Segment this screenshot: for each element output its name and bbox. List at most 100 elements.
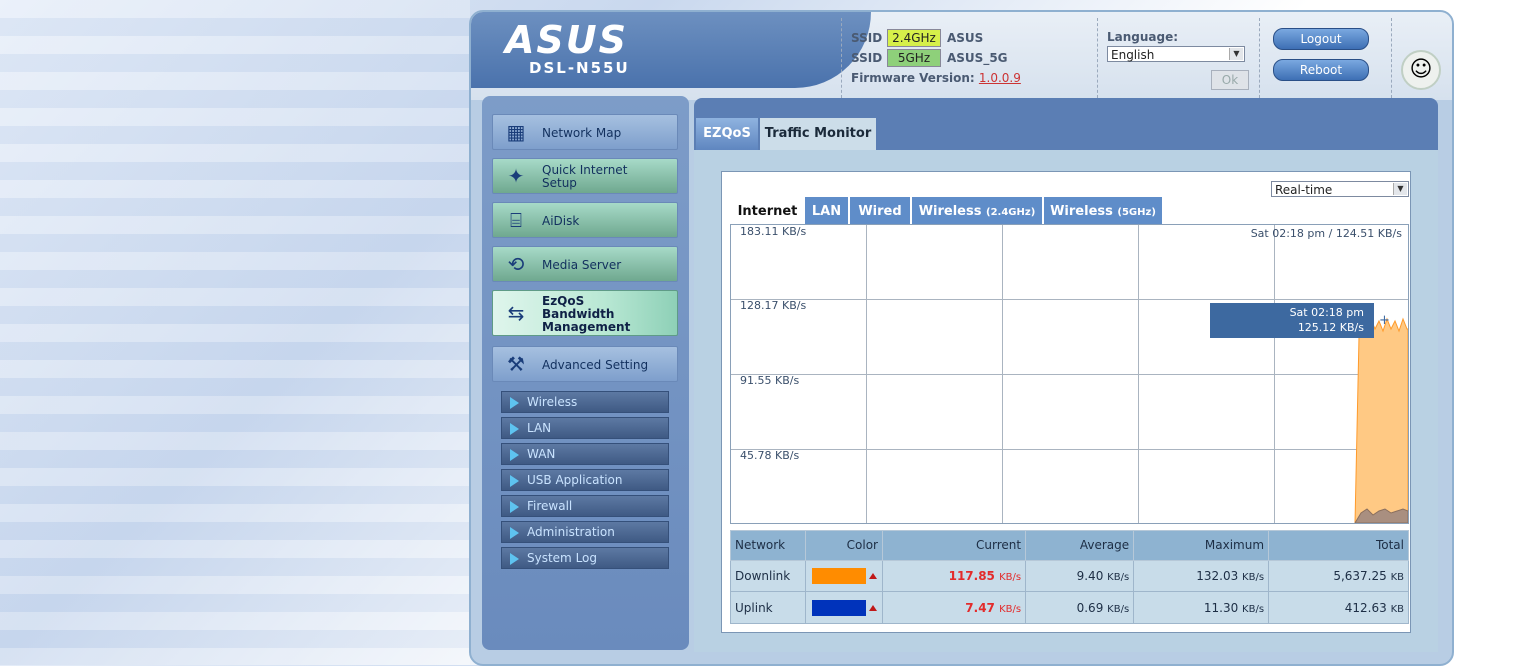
sidebar-item-aidisk[interactable]: ⌸ AiDisk xyxy=(492,202,678,238)
tab-ezqos[interactable]: EZQoS xyxy=(696,118,758,150)
current-value: 117.85 xyxy=(948,568,995,583)
firmware-label: Firmware Version: xyxy=(851,71,975,85)
traffic-monitor-box: Real-time ▼ Internet LAN Wired Wireless … xyxy=(721,171,1411,633)
sidebar-item-network-map[interactable]: ▦ Network Map xyxy=(492,114,678,150)
unit: KB xyxy=(1390,571,1404,583)
header-divider xyxy=(1391,18,1392,98)
brand-panel: ASUS DSL-N55U xyxy=(471,12,871,88)
network-map-icon: ▦ xyxy=(506,120,526,144)
unit: KB/s xyxy=(999,571,1022,583)
wireless-info: SSID 2.4GHz ASUS SSID 5GHz ASUS_5G Firmw… xyxy=(851,28,1021,88)
traffic-stats-table: Network Color Current Average Maximum To… xyxy=(730,530,1409,624)
maximum-value: 11.30 xyxy=(1203,600,1239,615)
tab-internet[interactable]: Internet xyxy=(732,197,805,226)
media-server-icon: ⟲ xyxy=(507,252,525,276)
sidebar-item-ezqos[interactable]: ⇆ EzQoS Bandwidth Management xyxy=(492,290,678,336)
tab-lan[interactable]: LAN xyxy=(805,197,850,226)
network-cell: Downlink xyxy=(730,559,806,593)
graph-tooltip: Sat 02:18 pm 125.12 KB/s xyxy=(1210,303,1374,338)
traffic-graph: 183.11 KB/s 128.17 KB/s 91.55 KB/s 45.78… xyxy=(730,224,1409,524)
average-value: 0.69 xyxy=(1076,600,1104,615)
bandwidth-icon: ⇆ xyxy=(507,301,525,325)
total-value: 412.63 xyxy=(1344,600,1387,615)
sidebar-item-label: Quick Internet Setup xyxy=(542,163,628,190)
ssid-row-5: SSID 5GHz ASUS_5G xyxy=(851,48,1021,68)
chevron-down-icon: ▼ xyxy=(1229,48,1243,60)
header-divider xyxy=(1097,18,1098,98)
uplink-color-swatch[interactable] xyxy=(811,599,866,616)
sidebar-subitem-label: USB Application xyxy=(527,473,623,487)
color-cell xyxy=(805,559,883,593)
tab-wired[interactable]: Wired xyxy=(850,197,912,226)
color-picker-arrow-icon[interactable] xyxy=(868,604,877,611)
chevron-down-icon: ▼ xyxy=(1393,183,1407,195)
logout-button[interactable]: Logout xyxy=(1273,28,1369,50)
tab-wireless-24-band: (2.4GHz) xyxy=(986,207,1036,218)
sidebar-subitem-label: Firewall xyxy=(527,499,573,513)
average-cell: 9.40 KB/s xyxy=(1025,559,1135,593)
sidebar-item-label: EzQoS Bandwidth Management xyxy=(542,293,631,334)
band-24-badge: 2.4GHz xyxy=(887,29,941,47)
sidebar-subitem-label: Wireless xyxy=(527,395,578,409)
tab-wireless-5[interactable]: Wireless (5GHz) xyxy=(1044,197,1164,226)
language-ok-button[interactable]: Ok xyxy=(1211,70,1249,90)
sidebar-subitem-wireless[interactable]: Wireless xyxy=(501,391,669,413)
sidebar-subitem-lan[interactable]: LAN xyxy=(501,417,669,439)
sidebar-item-label: AiDisk xyxy=(542,213,580,228)
ssid-name-5: ASUS_5G xyxy=(947,51,1008,65)
main-content: EZQoS Traffic Monitor Real-time ▼ Intern… xyxy=(694,98,1438,652)
play-arrow-icon xyxy=(510,527,519,539)
sidebar-item-label: Media Server xyxy=(542,257,622,272)
tab-wireless-5-label: Wireless xyxy=(1050,204,1113,219)
sidebar-subitem-label: Administration xyxy=(527,525,615,539)
magic-wand-icon: ✦ xyxy=(507,164,525,188)
tab-wireless-24[interactable]: Wireless (2.4GHz) xyxy=(912,197,1044,226)
crosshair-cursor-icon: + xyxy=(1379,313,1390,328)
play-arrow-icon xyxy=(510,553,519,565)
sidebar-subitem-administration[interactable]: Administration xyxy=(501,521,669,543)
color-picker-arrow-icon[interactable] xyxy=(868,572,877,579)
table-row: Downlink 117.85 KB/s 9.40 KB/s 132.03 KB… xyxy=(730,559,1409,593)
reboot-button[interactable]: Reboot xyxy=(1273,59,1369,81)
play-arrow-icon xyxy=(510,397,519,409)
column-header: Maximum xyxy=(1133,530,1270,561)
play-arrow-icon xyxy=(510,449,519,461)
time-range-selected-value: Real-time xyxy=(1275,183,1333,197)
table-header-row: Network Color Current Average Maximum To… xyxy=(730,530,1409,561)
downlink-color-swatch[interactable] xyxy=(811,567,866,584)
unit: KB xyxy=(1390,603,1404,615)
sidebar-subitem-label: WAN xyxy=(527,447,556,461)
time-range-select[interactable]: Real-time ▼ xyxy=(1271,181,1409,197)
unit: KB/s xyxy=(1107,603,1130,615)
sidebar-item-label: Network Map xyxy=(542,125,622,140)
unit: KB/s xyxy=(1242,571,1265,583)
column-header: Total xyxy=(1268,530,1409,561)
page-background xyxy=(0,0,470,665)
average-cell: 0.69 KB/s xyxy=(1025,591,1135,624)
tab-traffic-monitor[interactable]: Traffic Monitor xyxy=(760,118,876,150)
sidebar-subitem-system-log[interactable]: System Log xyxy=(501,547,669,569)
current-value: 7.47 xyxy=(965,600,995,615)
sidebar-item-quick-internet-setup[interactable]: ✦ Quick Internet Setup xyxy=(492,158,678,194)
asus-logo: ASUS xyxy=(505,18,629,62)
mascot-avatar-icon: ☺ xyxy=(1401,50,1441,90)
language-select[interactable]: English ▼ xyxy=(1107,46,1245,62)
column-header: Average xyxy=(1025,530,1135,561)
column-header: Network xyxy=(730,530,806,561)
sidebar-subitem-wan[interactable]: WAN xyxy=(501,443,669,465)
play-arrow-icon xyxy=(510,501,519,513)
sidebar-subitem-usb-application[interactable]: USB Application xyxy=(501,469,669,491)
current-cell: 7.47 KB/s xyxy=(881,591,1027,624)
sidebar-item-advanced-setting[interactable]: ⚒ Advanced Setting xyxy=(492,346,678,382)
tooltip-time: Sat 02:18 pm xyxy=(1289,306,1364,319)
firmware-row: Firmware Version: 1.0.0.9 xyxy=(851,68,1021,88)
column-header: Color xyxy=(805,530,883,561)
sidebar-subitem-firewall[interactable]: Firewall xyxy=(501,495,669,517)
ssid-label: SSID xyxy=(851,31,883,45)
sidebar-subitem-label: LAN xyxy=(527,421,552,435)
firmware-version-link[interactable]: 1.0.0.9 xyxy=(979,71,1021,85)
sidebar-item-media-server[interactable]: ⟲ Media Server xyxy=(492,246,678,282)
header-bar: ASUS DSL-N55U SSID 2.4GHz ASUS SSID 5GHz… xyxy=(471,12,1452,100)
current-cell: 117.85 KB/s xyxy=(881,559,1027,593)
total-cell: 5,637.25 KB xyxy=(1268,559,1409,593)
